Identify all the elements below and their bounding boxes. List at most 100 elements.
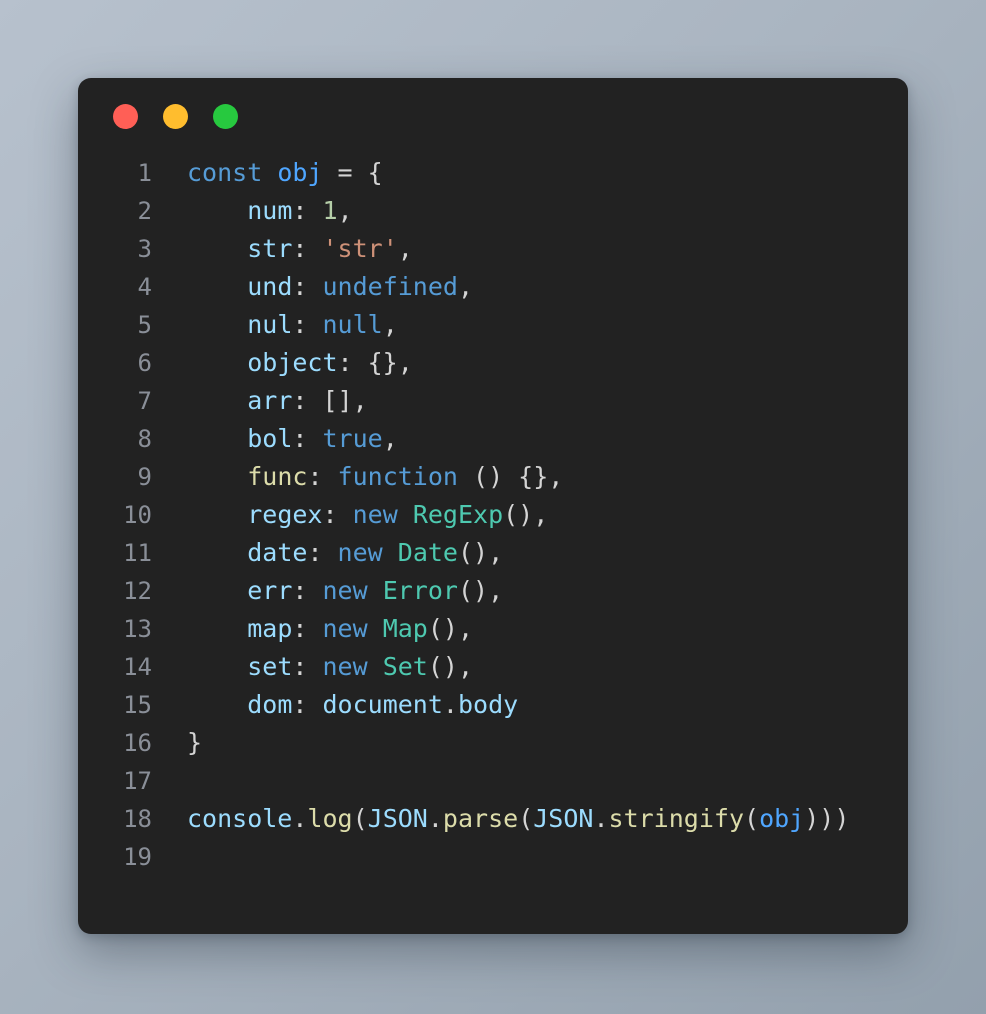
line-number: 11	[123, 539, 152, 567]
code-token: JSON	[533, 804, 594, 833]
code-token: (	[352, 804, 368, 833]
code-line: 2 num: 1,	[90, 192, 908, 230]
code-line-text: str: 'str',	[152, 230, 413, 268]
code-token: dom	[247, 690, 293, 719]
code-token: .	[442, 690, 458, 719]
code-token: :	[292, 652, 323, 681]
line-number: 4	[137, 273, 152, 301]
code-token: 1	[322, 196, 338, 225]
line-number: 12	[123, 577, 152, 605]
code-line-text: num: 1,	[152, 192, 353, 230]
code-token: new	[322, 652, 368, 681]
code-token: :	[292, 690, 323, 719]
code-line-text: func: function () {},	[152, 458, 563, 496]
code-line: 18 console.log(JSON.parse(JSON.stringify(…	[90, 800, 908, 838]
code-line: 19	[90, 838, 908, 876]
code-line-text: }	[152, 724, 202, 762]
code-token: () {},	[457, 462, 564, 491]
code-token: Set	[382, 652, 428, 681]
code-line: 13 map: new Map(),	[90, 610, 908, 648]
code-line-text: const obj = {	[152, 154, 383, 192]
minimize-window-button[interactable]	[163, 103, 188, 129]
code-token: stringify	[608, 804, 744, 833]
code-token: str	[247, 234, 293, 263]
code-token: :	[292, 614, 323, 643]
code-token: : [],	[292, 386, 368, 415]
code-token: ,	[337, 196, 353, 225]
code-line: 12 err: new Error(),	[90, 572, 908, 610]
code-line: 6 object: {},	[90, 344, 908, 382]
code-token: :	[292, 196, 323, 225]
code-token: :	[292, 234, 323, 263]
code-line-text: err: new Error(),	[152, 572, 503, 610]
code-token: (	[744, 804, 760, 833]
line-number: 5	[137, 311, 152, 339]
code-line: 7 arr: [],	[90, 382, 908, 420]
line-number: 10	[123, 501, 152, 529]
code-line-text: set: new Set(),	[152, 648, 473, 686]
line-number: 3	[137, 235, 152, 263]
window-titlebar	[78, 78, 908, 154]
code-token: map	[247, 614, 293, 643]
code-token: func	[247, 462, 308, 491]
code-line-text: date: new Date(),	[152, 534, 503, 572]
line-number: 15	[123, 691, 152, 719]
code-token: )))	[804, 804, 850, 833]
code-line-text: map: new Map(),	[152, 610, 473, 648]
code-line: 3 str: 'str',	[90, 230, 908, 268]
code-token: num	[247, 196, 293, 225]
code-token: object	[247, 348, 338, 377]
code-token: document	[322, 690, 443, 719]
code-line: 5 nul: null,	[90, 306, 908, 344]
code-token: err	[247, 576, 293, 605]
code-token: RegExp	[412, 500, 504, 529]
code-token: (	[518, 804, 534, 833]
code-token: date	[247, 538, 308, 567]
code-token: Error	[382, 576, 458, 605]
code-line: 17	[90, 762, 908, 800]
code-line: 15 dom: document.body	[90, 686, 908, 724]
code-token: new	[322, 576, 368, 605]
close-window-button[interactable]	[113, 103, 138, 129]
code-token: console	[187, 804, 293, 833]
code-token: :	[307, 538, 338, 567]
line-number: 19	[123, 843, 152, 871]
maximize-window-button[interactable]	[213, 103, 238, 129]
code-line-text: bol: true,	[152, 420, 398, 458]
code-editor-window: 1 const obj = {2 num: 1, 3 str: 'str', 4 un…	[78, 78, 908, 934]
code-token: Map	[382, 614, 428, 643]
line-number: 17	[123, 767, 152, 795]
code-line-text: dom: document.body	[152, 686, 518, 724]
code-token: function	[337, 462, 458, 491]
code-token: :	[322, 500, 353, 529]
code-token: new	[322, 614, 368, 643]
code-line: 9 func: function () {},	[90, 458, 908, 496]
line-number: 13	[123, 615, 152, 643]
line-number: 7	[137, 387, 152, 415]
code-token: obj	[759, 804, 805, 833]
code-line-text: und: undefined,	[152, 268, 473, 306]
code-token: new	[337, 538, 383, 567]
code-token: obj	[277, 158, 323, 187]
code-editor-content[interactable]: 1 const obj = {2 num: 1, 3 str: 'str', 4 un…	[78, 154, 908, 876]
code-line: 8 bol: true,	[90, 420, 908, 458]
code-token: null	[322, 310, 383, 339]
code-token: .	[292, 804, 308, 833]
line-number: 14	[123, 653, 152, 681]
code-token: Date	[397, 538, 458, 567]
code-token: :	[292, 576, 323, 605]
